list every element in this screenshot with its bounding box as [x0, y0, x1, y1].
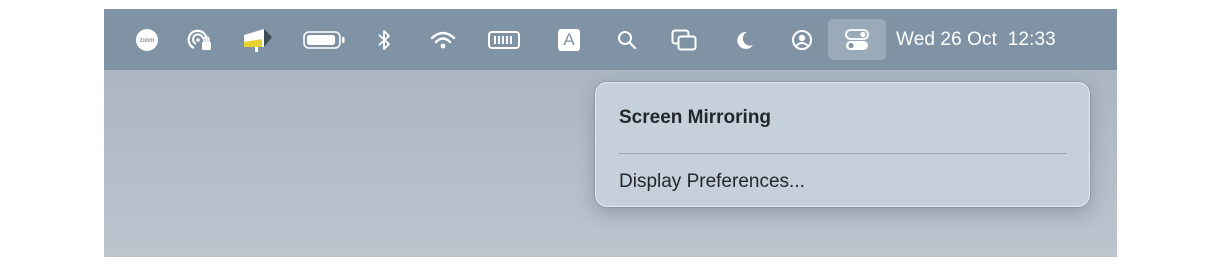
menu-bar: zoom A Wed 26 Oct 12:33	[104, 9, 1117, 70]
menu-bar-clock[interactable]: Wed 26 Oct 12:33	[896, 9, 1056, 70]
screen-mirroring-icon[interactable]	[670, 9, 698, 70]
wifi-icon[interactable]	[428, 9, 458, 70]
screen-app-icon[interactable]	[240, 9, 276, 70]
zoom-icon-text: zoom	[140, 38, 155, 44]
bluetooth-icon[interactable]	[374, 9, 394, 70]
control-center-icon[interactable]	[828, 9, 886, 70]
zoom-icon[interactable]: zoom	[132, 9, 162, 70]
input-source-icon[interactable]: A	[556, 9, 582, 70]
input-source-letter: A	[558, 28, 580, 51]
focus-moon-icon[interactable]	[734, 9, 756, 70]
screen-mirroring-popup: Screen Mirroring Display Preferences...	[595, 82, 1090, 207]
popup-title: Screen Mirroring	[619, 107, 772, 128]
vpn-lock-icon[interactable]	[184, 9, 216, 70]
display-preferences-menu-item[interactable]: Display Preferences...	[619, 171, 805, 193]
user-account-icon[interactable]	[790, 9, 814, 70]
keyboard-icon[interactable]	[487, 9, 521, 70]
popup-divider	[619, 153, 1067, 154]
search-icon[interactable]	[616, 9, 638, 70]
battery-icon[interactable]	[302, 9, 348, 70]
